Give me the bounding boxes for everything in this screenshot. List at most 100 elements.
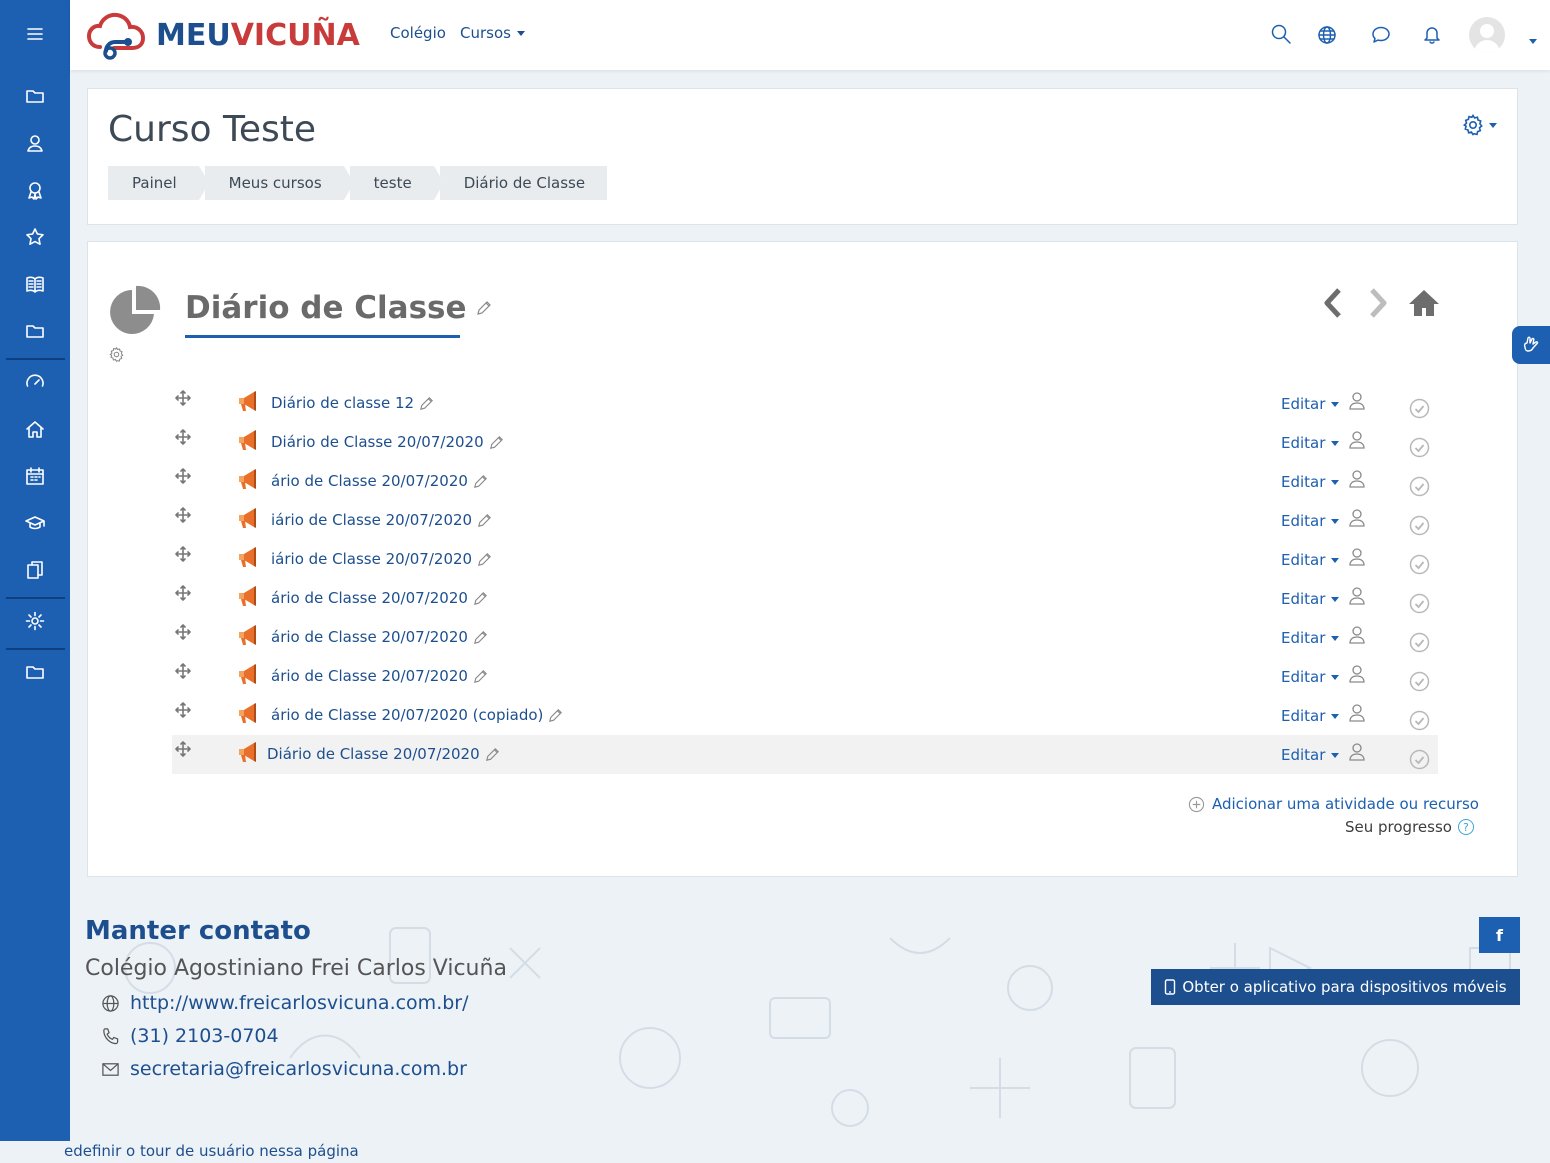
move-handle[interactable] — [175, 663, 191, 679]
move-handle[interactable] — [175, 546, 191, 562]
activity-link[interactable]: Diário de Classe 20/07/2020 — [271, 433, 505, 451]
assign-roles-button[interactable] — [1349, 587, 1365, 605]
activity-link[interactable]: ário de Classe 20/07/2020 (copiado) — [271, 706, 564, 724]
activity-edit-menu[interactable]: Editar — [1281, 551, 1340, 569]
reset-tour-link[interactable]: edefinir o tour de usuário nessa página — [64, 1142, 359, 1160]
nav-courses-button[interactable] — [0, 503, 70, 543]
course-home-button[interactable] — [1407, 286, 1441, 324]
notifications-button[interactable] — [1419, 20, 1445, 48]
activity-edit-menu[interactable]: Editar — [1281, 668, 1340, 686]
user-menu-toggle[interactable] — [1523, 31, 1537, 50]
accessibility-widget-button[interactable] — [1512, 326, 1550, 364]
nav-home-button[interactable] — [0, 409, 70, 449]
footer-website-link[interactable]: http://www.freicarlosvicuna.com.br/ — [101, 992, 469, 1014]
nav-dashboard-button[interactable] — [0, 362, 70, 402]
pencil-icon[interactable] — [418, 395, 435, 412]
activity-edit-menu[interactable]: Editar — [1281, 707, 1340, 725]
previous-section-button[interactable] — [1317, 286, 1351, 324]
nav-courses-dropdown[interactable]: Cursos — [460, 24, 525, 42]
facebook-button[interactable]: f — [1479, 917, 1520, 953]
activity-link[interactable]: ário de Classe 20/07/2020 — [271, 628, 489, 646]
assign-roles-button[interactable] — [1349, 704, 1365, 722]
assign-roles-button[interactable] — [1349, 626, 1365, 644]
pencil-icon[interactable] — [472, 473, 489, 490]
pencil-icon[interactable] — [547, 707, 564, 724]
activity-edit-menu[interactable]: Editar — [1281, 473, 1340, 491]
nav-calendar-button[interactable] — [0, 456, 70, 496]
breadcrumb-item-dashboard[interactable]: Painel — [108, 166, 209, 200]
activity-link[interactable]: Diário de classe 12 — [271, 394, 435, 412]
assign-roles-button[interactable] — [1349, 743, 1365, 761]
completion-checkbox[interactable] — [1409, 710, 1430, 731]
language-button[interactable] — [1314, 20, 1340, 48]
completion-checkbox[interactable] — [1409, 437, 1430, 458]
breadcrumb-item-my-courses[interactable]: Meus cursos — [198, 166, 354, 200]
activity-edit-menu[interactable]: Editar — [1281, 395, 1340, 413]
nav-badges-button[interactable] — [0, 170, 70, 210]
activity-link[interactable]: ário de Classe 20/07/2020 — [271, 589, 489, 607]
assign-roles-button[interactable] — [1349, 509, 1365, 527]
nav-grades-button[interactable] — [0, 264, 70, 304]
move-handle[interactable] — [175, 429, 191, 445]
activity-edit-menu[interactable]: Editar — [1281, 629, 1340, 647]
pencil-icon[interactable] — [484, 746, 501, 763]
nav-files-button[interactable] — [0, 76, 70, 116]
move-handle[interactable] — [175, 468, 191, 484]
section-settings-button[interactable] — [108, 346, 125, 363]
help-icon[interactable]: ? — [1457, 819, 1474, 835]
next-section-button[interactable] — [1360, 286, 1394, 324]
assign-roles-button[interactable] — [1349, 392, 1365, 410]
assign-roles-button[interactable] — [1349, 548, 1365, 566]
search-button[interactable] — [1268, 20, 1294, 48]
completion-checkbox[interactable] — [1409, 398, 1430, 419]
messages-button[interactable] — [1368, 20, 1394, 48]
completion-checkbox[interactable] — [1409, 476, 1430, 497]
nav-competencies-button[interactable] — [0, 217, 70, 257]
completion-checkbox[interactable] — [1409, 749, 1430, 770]
move-handle[interactable] — [175, 741, 191, 757]
pencil-icon[interactable] — [476, 551, 493, 568]
activity-edit-menu[interactable]: Editar — [1281, 512, 1340, 530]
assign-roles-button[interactable] — [1349, 470, 1365, 488]
nav-participants-button[interactable] — [0, 123, 70, 163]
footer-phone-link[interactable]: (31) 2103-0704 — [101, 1025, 279, 1047]
pencil-icon[interactable] — [475, 299, 493, 317]
move-handle[interactable] — [175, 702, 191, 718]
assign-roles-button[interactable] — [1349, 431, 1365, 449]
nav-private-files-button[interactable] — [0, 652, 70, 692]
nav-admin-button[interactable] — [0, 601, 70, 641]
activity-link[interactable]: iário de Classe 20/07/2020 — [271, 550, 493, 568]
move-handle[interactable] — [175, 390, 191, 406]
footer-email-link[interactable]: secretaria@freicarlosvicuna.com.br — [101, 1058, 467, 1080]
completion-checkbox[interactable] — [1409, 515, 1430, 536]
nav-college-link[interactable]: Colégio — [390, 24, 446, 42]
add-activity-button[interactable]: Adicionar uma atividade ou recurso — [1188, 795, 1479, 813]
pencil-icon[interactable] — [472, 629, 489, 646]
activity-edit-menu[interactable]: Editar — [1281, 434, 1340, 452]
completion-checkbox[interactable] — [1409, 593, 1430, 614]
breadcrumb-item-section[interactable]: Diário de Classe — [433, 166, 608, 200]
pencil-icon[interactable] — [476, 512, 493, 529]
activity-edit-menu[interactable]: Editar — [1281, 590, 1340, 608]
activity-link[interactable]: ário de Classe 20/07/2020 — [271, 472, 489, 490]
nav-content-bank-button[interactable] — [0, 550, 70, 590]
pencil-icon[interactable] — [488, 434, 505, 451]
completion-checkbox[interactable] — [1409, 671, 1430, 692]
completion-checkbox[interactable] — [1409, 554, 1430, 575]
breadcrumb-item-course[interactable]: teste — [343, 166, 444, 200]
move-handle[interactable] — [175, 507, 191, 523]
mobile-app-button[interactable]: Obter o aplicativo para dispositivos móv… — [1151, 969, 1520, 1005]
move-handle[interactable] — [175, 585, 191, 601]
nav-section-button[interactable] — [0, 311, 70, 351]
site-logo[interactable]: MEUVICUÑA — [86, 8, 386, 62]
course-actions-menu[interactable] — [1461, 113, 1497, 137]
menu-toggle-button[interactable] — [0, 14, 70, 54]
pencil-icon[interactable] — [472, 668, 489, 685]
assign-roles-button[interactable] — [1349, 665, 1365, 683]
activity-link[interactable]: iário de Classe 20/07/2020 — [271, 511, 493, 529]
user-avatar[interactable] — [1469, 17, 1505, 53]
activity-link[interactable]: ário de Classe 20/07/2020 — [271, 667, 489, 685]
activity-link[interactable]: Diário de Classe 20/07/2020 — [267, 745, 501, 763]
activity-edit-menu[interactable]: Editar — [1281, 746, 1340, 764]
completion-checkbox[interactable] — [1409, 632, 1430, 653]
